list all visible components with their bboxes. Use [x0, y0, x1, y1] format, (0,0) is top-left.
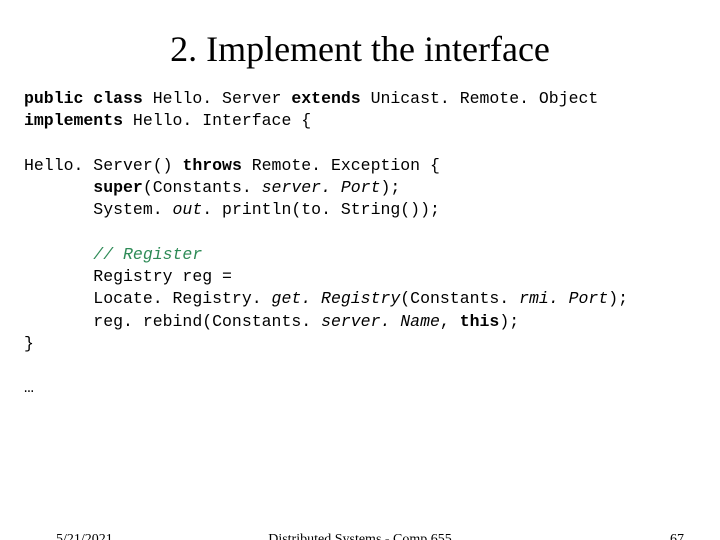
- txt-const1: (Constants.: [143, 178, 262, 197]
- code-block: public class Hello. Server extends Unica…: [24, 88, 720, 400]
- txt-const2: (Constants.: [400, 289, 519, 308]
- txt-comma: ,: [440, 312, 460, 331]
- txt-rebind1: reg. rebind(Constants.: [24, 312, 321, 331]
- txt-reg-decl: Registry reg =: [24, 267, 232, 286]
- txt-paren3: );: [499, 312, 519, 331]
- txt-ctor: Hello. Server(): [24, 156, 182, 175]
- kw-implements: implements: [24, 111, 133, 130]
- txt-close-brace: }: [24, 334, 34, 353]
- txt-println: . println(to. String());: [202, 200, 440, 219]
- txt-remote-ex: Remote. Exception {: [252, 156, 440, 175]
- it-get-registry: get. Registry: [272, 289, 401, 308]
- it-rmi-port: rmi. Port: [519, 289, 608, 308]
- txt-uro: Unicast. Remote. Object: [371, 89, 599, 108]
- txt-paren1: );: [380, 178, 400, 197]
- txt-locate: Locate. Registry.: [24, 289, 272, 308]
- txt-system: System.: [24, 200, 173, 219]
- kw-this: this: [460, 312, 500, 331]
- it-server-name: server. Name: [321, 312, 440, 331]
- comment-register: // Register: [24, 245, 202, 264]
- kw-extends: extends: [291, 89, 370, 108]
- kw-super: super: [24, 178, 143, 197]
- slide-footer: 5/21/2021 Distributed Systems - Comp 655…: [0, 532, 720, 540]
- txt-paren2: );: [608, 289, 628, 308]
- txt-ellipsis: …: [24, 378, 34, 397]
- kw-throws: throws: [182, 156, 251, 175]
- slide-title: 2. Implement the interface: [0, 28, 720, 70]
- it-out: out: [173, 200, 203, 219]
- footer-date: 5/21/2021: [56, 532, 113, 540]
- slide: 2. Implement the interface public class …: [0, 28, 720, 540]
- txt-hello-server: Hello. Server: [153, 89, 292, 108]
- it-server-port: server. Port: [262, 178, 381, 197]
- kw-public-class: public class: [24, 89, 153, 108]
- footer-page-number: 67: [670, 532, 684, 540]
- txt-hello-interface: Hello. Interface {: [133, 111, 311, 130]
